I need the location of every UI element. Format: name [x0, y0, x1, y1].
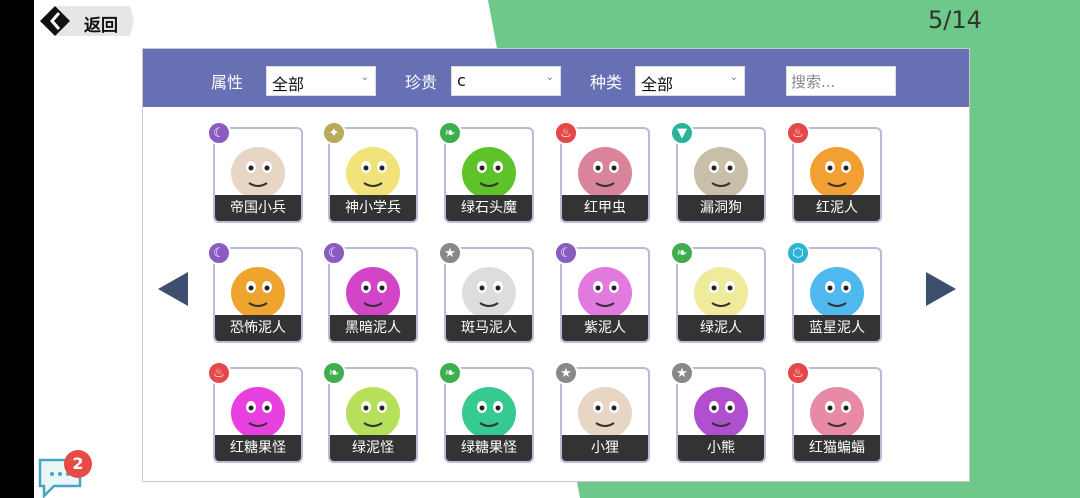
back-button[interactable]: 返回 — [40, 6, 134, 36]
monster-name: 紫泥人 — [562, 315, 648, 341]
monster-name: 神小学兵 — [330, 195, 416, 221]
star-gray-element-icon: ★ — [554, 361, 578, 385]
chevron-down-icon: ⌄ — [729, 72, 738, 83]
type-select[interactable]: 全部 ⌄ — [635, 66, 745, 96]
back-label: 返回 — [84, 16, 118, 36]
fire-element-icon: ♨ — [786, 361, 810, 385]
monster-name: 绿糖果怪 — [446, 435, 532, 461]
filter-bar: 属性 全部 ⌄ 珍贵 c ⌄ 种类 全部 ⌄ 搜索... — [143, 49, 969, 107]
monster-name: 红泥人 — [794, 195, 880, 221]
monster-name: 红甲虫 — [562, 195, 648, 221]
monster-name: 恐怖泥人 — [215, 315, 301, 341]
monster-name: 帝国小兵 — [215, 195, 301, 221]
fire-element-icon: ♨ — [207, 361, 231, 385]
moon-element-icon: ☾ — [207, 241, 231, 265]
attribute-select[interactable]: 全部 ⌄ — [266, 66, 376, 96]
left-black-bar — [0, 0, 34, 498]
monster-name: 绿石头魔 — [446, 195, 532, 221]
page-indicator: 5/14 — [928, 6, 982, 34]
prev-page-arrow-icon[interactable] — [158, 272, 190, 306]
star-gray-element-icon: ★ — [670, 361, 694, 385]
rarity-filter-label: 珍贵 — [405, 73, 438, 92]
moon-element-icon: ☾ — [554, 241, 578, 265]
star-gray-element-icon: ★ — [438, 241, 462, 265]
search-placeholder: 搜索... — [791, 73, 836, 91]
monster-name: 漏洞狗 — [678, 195, 764, 221]
wind-element-icon: ▼ — [670, 121, 694, 145]
chat-unread-badge: 2 — [64, 450, 92, 478]
moon-element-icon: ☾ — [322, 241, 346, 265]
attribute-select-value: 全部 — [272, 75, 305, 94]
fire-element-icon: ♨ — [554, 121, 578, 145]
monster-name: 黑暗泥人 — [330, 315, 416, 341]
monster-name: 绿泥人 — [678, 315, 764, 341]
leaf-element-icon: ❧ — [438, 121, 462, 145]
rarity-select[interactable]: c ⌄ — [451, 66, 561, 96]
monster-name: 斑马泥人 — [446, 315, 532, 341]
monster-name: 红糖果怪 — [215, 435, 301, 461]
monster-name: 红猫蝙蝠 — [794, 435, 880, 461]
monster-name: 小熊 — [678, 435, 764, 461]
chevron-down-icon: ⌄ — [545, 72, 554, 83]
monster-name: 蓝星泥人 — [794, 315, 880, 341]
leaf-element-icon: ❧ — [670, 241, 694, 265]
monster-name: 绿泥怪 — [330, 435, 416, 461]
next-page-arrow-icon[interactable] — [924, 272, 956, 306]
type-select-value: 全部 — [641, 75, 674, 94]
rarity-select-value: c — [457, 71, 466, 90]
moon-element-icon: ☾ — [207, 121, 231, 145]
hex-element-icon: ⬡ — [786, 241, 810, 265]
leaf-element-icon: ❧ — [322, 361, 346, 385]
search-input[interactable]: 搜索... — [786, 66, 896, 96]
monster-panel: 属性 全部 ⌄ 珍贵 c ⌄ 种类 全部 ⌄ 搜索... 帝国小兵 ☾ 神小学兵 ✦ 绿… — [142, 48, 970, 482]
fire-element-icon: ♨ — [786, 121, 810, 145]
leaf-element-icon: ❧ — [438, 361, 462, 385]
chevron-down-icon: ⌄ — [360, 72, 369, 83]
attribute-filter-label: 属性 — [211, 73, 244, 92]
type-filter-label: 种类 — [590, 73, 623, 92]
monster-name: 小狸 — [562, 435, 648, 461]
star-gold-element-icon: ✦ — [322, 121, 346, 145]
